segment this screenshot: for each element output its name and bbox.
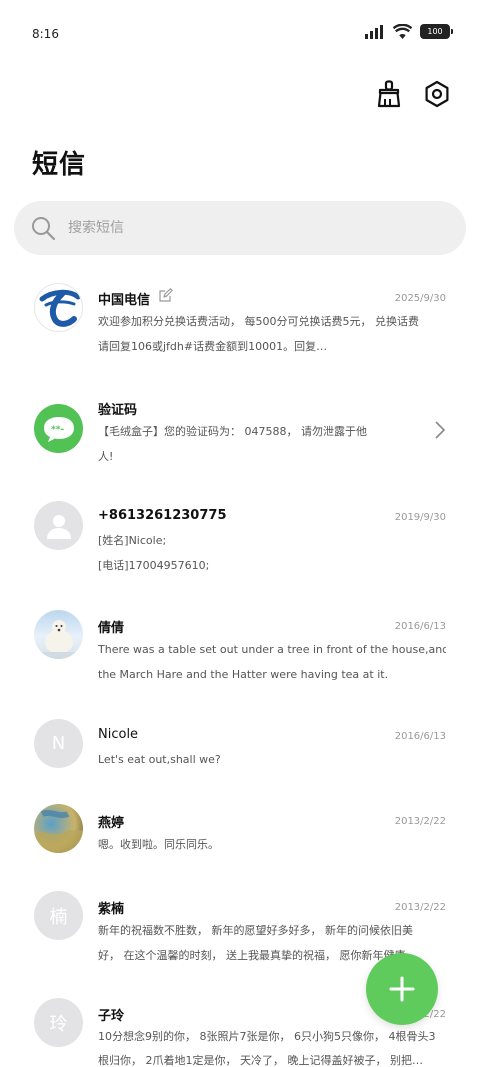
status-time: 8:16	[32, 27, 59, 41]
plus-icon	[389, 976, 415, 1002]
polar-bear-photo-icon	[34, 620, 83, 659]
message-preview: There was a table set out under a tree i…	[98, 643, 446, 656]
person-icon	[46, 514, 71, 539]
list-item[interactable]: 中国电信 2025/9/30 欢迎参加积分兑换话费活动， 每500分可兑换话费5…	[0, 265, 480, 375]
message-date: 2025/9/30	[394, 293, 446, 304]
avatar: N	[34, 719, 83, 768]
status-icons: 100	[365, 24, 453, 39]
chat-bubble-icon: **-	[43, 416, 74, 442]
message-date: 2016/6/13	[394, 621, 446, 632]
toolbar	[374, 78, 452, 110]
avatar	[34, 804, 83, 853]
contact-name: 子玲	[98, 1009, 125, 1024]
settings-icon	[425, 80, 449, 108]
list-item[interactable]: N Nicole 2016/6/13 Let's eat out,shall w…	[0, 703, 480, 787]
status-bar: 8:16 100	[0, 0, 480, 66]
chevron-right-icon	[435, 421, 446, 439]
contact-name: 紫楠	[98, 902, 125, 917]
contact-name: 验证码	[98, 403, 138, 418]
signal-icon	[365, 24, 383, 39]
message-preview: 新年的祝福数不胜数， 新年的愿望好多好多， 新年的问候依旧美	[98, 924, 413, 937]
message-preview: Let's eat out,shall we?	[98, 753, 221, 766]
contact-name: Nicole	[98, 727, 139, 742]
broom-icon	[377, 80, 401, 108]
search-icon	[32, 217, 56, 241]
contact-name: 中国电信	[98, 293, 151, 308]
message-preview: 人!	[98, 450, 114, 463]
edit-icon	[159, 288, 173, 302]
avatar-letter: N	[51, 733, 66, 754]
message-preview: [电话]17004957610;	[98, 559, 210, 572]
avatar: 楠	[34, 891, 83, 940]
settings-button[interactable]	[422, 78, 452, 110]
battery-icon: 100	[420, 24, 453, 39]
svg-text:**-: **-	[51, 425, 64, 435]
contact-name: 燕婷	[98, 816, 125, 831]
message-preview: 根归你， 2爪着地1定是你， 天冷了， 晚上记得盖好被子， 别把…	[98, 1054, 423, 1067]
landscape-photo-icon	[34, 809, 83, 853]
avatar	[34, 283, 83, 332]
message-preview: [姓名]Nicole;	[98, 534, 167, 547]
avatar: 玲	[34, 998, 83, 1047]
message-preview: 请回复106或jfdh#话费金额到10001。回复…	[98, 340, 328, 353]
message-date: 2013/2/22	[394, 902, 446, 913]
avatar-letter: 玲	[49, 1013, 68, 1035]
avatar	[34, 501, 83, 550]
contact-name: +8613261230775	[98, 508, 227, 523]
message-date: 2019/9/30	[394, 512, 446, 523]
china-telecom-logo-icon	[39, 289, 80, 327]
avatar: **-	[34, 404, 83, 453]
search-input[interactable]	[68, 220, 428, 236]
message-preview: 嗯。收到啦。同乐同乐。	[98, 838, 219, 851]
new-message-button[interactable]	[366, 953, 438, 1025]
message-date: 2013/2/22	[394, 816, 446, 827]
message-preview: 10分想念9别的你， 8张照片7张是你， 6只小狗5只像你， 4根骨头3	[98, 1030, 436, 1043]
list-item[interactable]: +8613261230775 2019/9/30 [姓名]Nicole; [电话…	[0, 484, 480, 593]
list-item[interactable]: 燕婷 2013/2/22 嗯。收到啦。同乐同乐。	[0, 787, 480, 874]
list-item[interactable]: 倩倩 2016/6/13 There was a table set out u…	[0, 593, 480, 703]
list-item[interactable]: **- 验证码 【毛绒盒子】您的验证码为： 047588， 请勿泄露于他 人!	[0, 375, 480, 484]
message-preview: the March Hare and the Hatter were havin…	[98, 668, 389, 681]
wifi-icon	[393, 24, 412, 39]
message-date: 2016/6/13	[394, 731, 446, 742]
message-preview: 【毛绒盒子】您的验证码为： 047588， 请勿泄露于他	[98, 425, 367, 438]
message-preview: 欢迎参加积分兑换话费活动， 每500分可兑换话费5元， 兑换话费	[98, 315, 419, 328]
clean-button[interactable]	[374, 78, 404, 110]
avatar	[34, 610, 83, 659]
page-title: 短信	[32, 150, 87, 180]
avatar-letter: 楠	[49, 906, 68, 928]
contact-name: 倩倩	[98, 621, 125, 636]
search-bar[interactable]	[14, 201, 466, 255]
